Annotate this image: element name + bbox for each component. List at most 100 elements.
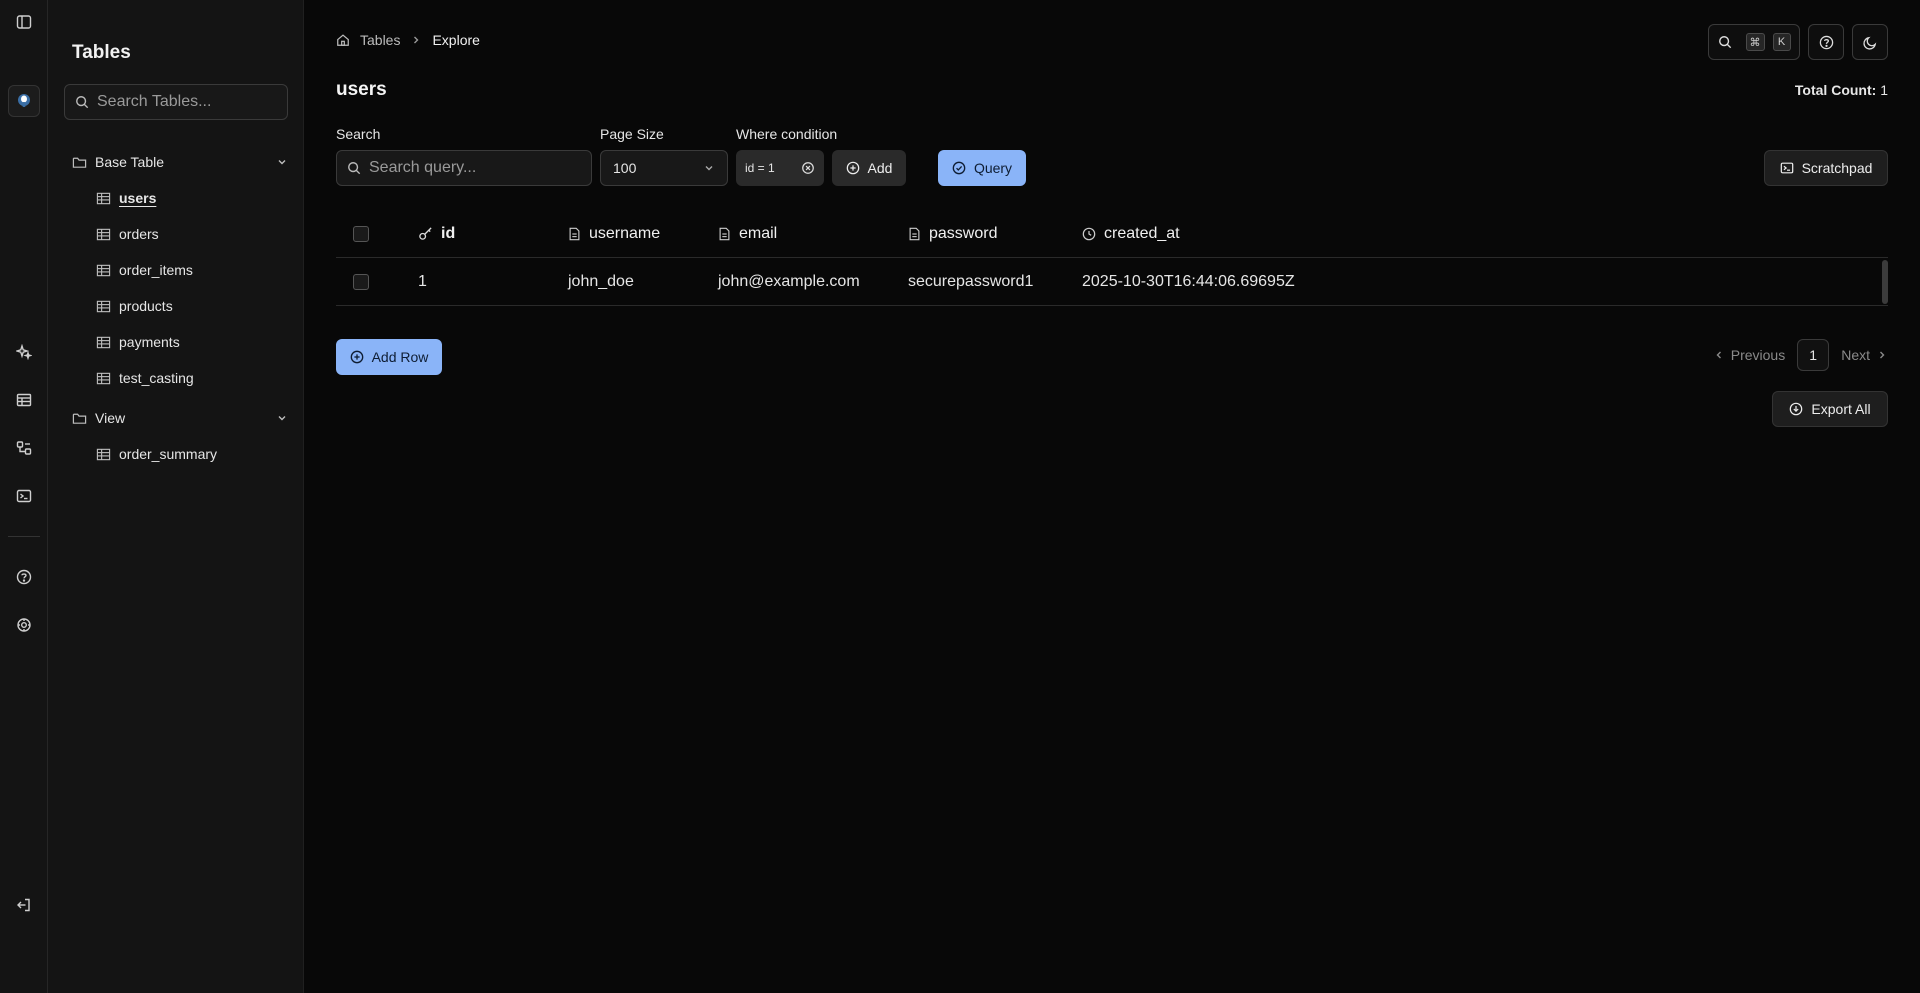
column-header-username[interactable]: username <box>568 225 718 243</box>
sidebar-item-users[interactable]: users <box>96 184 156 212</box>
kbd-key: K <box>1772 33 1791 51</box>
help-button[interactable] <box>1808 24 1844 60</box>
header-actions: ⌘ K <box>1708 24 1888 60</box>
search-icon <box>348 162 361 175</box>
column-header-label: created_at <box>1104 224 1180 242</box>
previous-page-button[interactable]: Previous <box>1713 347 1785 363</box>
settings-gear-icon[interactable] <box>12 613 36 637</box>
add-row-button[interactable]: Add Row <box>336 339 442 375</box>
page-size-value: 100 <box>613 160 637 176</box>
scratchpad-button[interactable]: Scratchpad <box>1764 150 1888 186</box>
sidebar-item-label: order_summary <box>119 446 218 462</box>
help-icon[interactable] <box>12 565 36 589</box>
table-icon <box>96 192 111 204</box>
add-condition-label: Add <box>867 160 893 176</box>
tree-group-view[interactable]: View <box>72 404 288 432</box>
column-header-id[interactable]: id <box>418 225 568 243</box>
where-condition-chip[interactable]: id = 1 <box>736 150 824 186</box>
column-header-label: email <box>739 224 778 242</box>
cell-id[interactable]: 1 <box>418 273 568 291</box>
table-row[interactable]: 1 john_doe john@example.com securepasswo… <box>336 258 1888 306</box>
plus-circle-icon <box>350 350 363 364</box>
cell-password[interactable]: securepassword1 <box>908 273 1082 291</box>
table-icon[interactable] <box>12 388 36 412</box>
table-header: id username email password created_at <box>336 210 1888 258</box>
table-icon <box>96 448 111 460</box>
page-number-button[interactable]: 1 <box>1797 339 1830 371</box>
logout-icon[interactable] <box>12 893 36 917</box>
chevron-right-icon <box>410 34 422 46</box>
sidebar-item-orders[interactable]: orders <box>96 220 159 248</box>
toggle-sidebar-icon[interactable] <box>12 10 36 34</box>
sidebar-item-order-items[interactable]: order_items <box>96 256 193 284</box>
theme-toggle-button[interactable] <box>1852 24 1888 60</box>
column-header-password[interactable]: password <box>908 225 1082 243</box>
query-search-box[interactable] <box>336 150 592 186</box>
database-logo-icon[interactable] <box>8 85 40 117</box>
ai-sparkle-icon[interactable] <box>12 340 36 364</box>
chevron-down-icon <box>705 166 713 171</box>
folder-icon <box>72 413 87 424</box>
search-tables-input[interactable] <box>97 93 277 111</box>
cell-email[interactable]: john@example.com <box>718 273 908 291</box>
text-file-icon <box>719 227 730 240</box>
where-condition-text: id = 1 <box>745 161 775 175</box>
breadcrumb-tables-link[interactable]: Tables <box>360 32 400 48</box>
sidebar-item-order-summary[interactable]: order_summary <box>96 440 217 468</box>
sidebar-item-label: users <box>119 190 157 206</box>
previous-label: Previous <box>1730 347 1786 363</box>
cell-username[interactable]: john_doe <box>568 273 718 291</box>
query-button[interactable]: Query <box>938 150 1026 186</box>
search-label: Search <box>336 126 381 142</box>
page-size-select[interactable]: 100 <box>600 150 728 186</box>
next-page-button[interactable]: Next <box>1841 347 1888 363</box>
icon-rail <box>0 0 48 993</box>
column-header-created-at[interactable]: created_at <box>1082 225 1382 243</box>
table-icon <box>96 264 111 276</box>
plus-circle-icon <box>846 161 859 175</box>
tables-sidebar: Tables Base Table users orders order_ite… <box>48 0 304 993</box>
table-icon <box>96 300 111 312</box>
sidebar-item-products[interactable]: products <box>96 292 173 320</box>
query-search-input[interactable] <box>369 159 579 177</box>
where-condition-label: Where condition <box>736 126 838 142</box>
export-all-label: Export All <box>1811 401 1871 417</box>
sidebar-item-label: test_casting <box>119 370 194 386</box>
remove-condition-icon[interactable] <box>801 161 815 175</box>
data-table: id username email password created_at 1 … <box>336 210 1888 306</box>
sidebar-item-payments[interactable]: payments <box>96 328 180 356</box>
select-all-checkbox[interactable] <box>353 225 369 242</box>
breadcrumb-current: Explore <box>432 32 480 48</box>
column-header-label: password <box>929 224 998 242</box>
chevron-down-icon[interactable] <box>276 412 288 424</box>
folder-icon <box>72 157 87 168</box>
schema-diagram-icon[interactable] <box>12 436 36 460</box>
total-count-label: Total Count: <box>1794 82 1877 98</box>
pagination: Previous 1 Next <box>1713 339 1888 371</box>
kbd-modifier: ⌘ <box>1745 33 1765 51</box>
next-label: Next <box>1841 347 1870 363</box>
search-tables-box[interactable] <box>64 84 288 120</box>
total-count: Total Count: 1 <box>1795 82 1888 98</box>
row-checkbox[interactable] <box>353 273 369 290</box>
search-icon <box>76 96 89 109</box>
sidebar-title: Tables <box>72 42 131 63</box>
chevron-left-icon <box>1716 351 1721 359</box>
chevron-down-icon[interactable] <box>276 156 288 168</box>
add-condition-button[interactable]: Add <box>832 150 906 186</box>
sidebar-item-label: order_items <box>119 262 193 278</box>
cell-created-at[interactable]: 2025-10-30T16:44:06.69695Z <box>1082 273 1382 291</box>
column-header-email[interactable]: email <box>718 225 908 243</box>
table-scrollbar[interactable] <box>1882 260 1888 304</box>
column-header-label: username <box>589 224 661 242</box>
tree-group-base-table[interactable]: Base Table <box>72 148 288 176</box>
home-icon[interactable] <box>336 33 350 47</box>
export-all-button[interactable]: Export All <box>1772 391 1888 427</box>
tree-group-label: Base Table <box>95 154 165 170</box>
command-search-button[interactable]: ⌘ K <box>1708 24 1800 60</box>
sidebar-item-test-casting[interactable]: test_casting <box>96 364 194 392</box>
tree-group-label: View <box>95 410 126 426</box>
table-icon <box>96 228 111 240</box>
column-header-label: id <box>441 224 456 242</box>
terminal-icon[interactable] <box>12 484 36 508</box>
